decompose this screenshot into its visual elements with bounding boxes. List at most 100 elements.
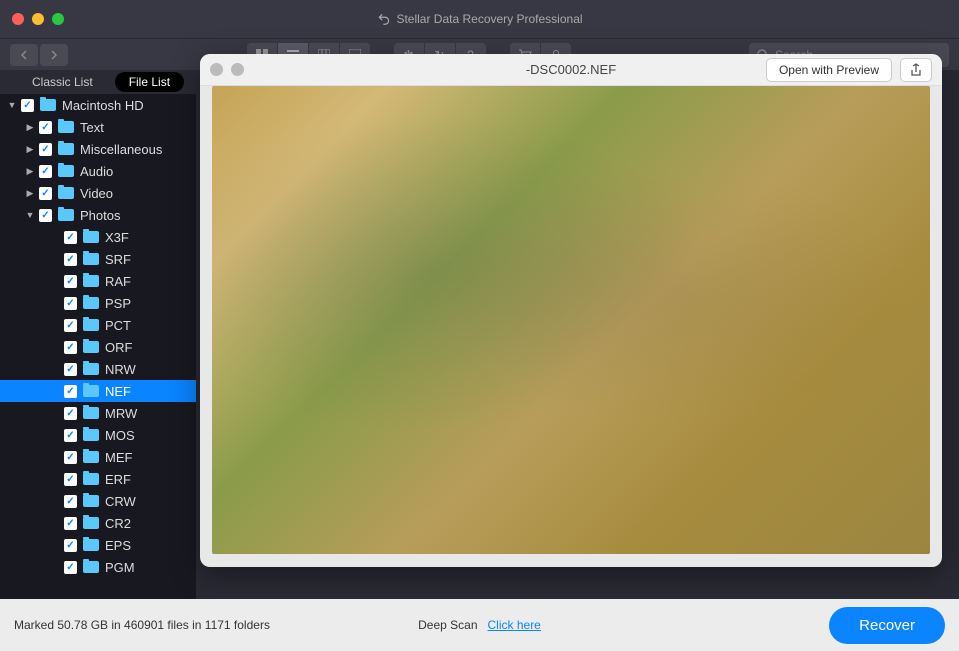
minimize-window-button[interactable] xyxy=(32,13,44,25)
folder-icon xyxy=(83,363,99,375)
folder-icon xyxy=(83,275,99,287)
folder-icon xyxy=(83,319,99,331)
tree-label: Video xyxy=(80,186,113,201)
recover-button[interactable]: Recover xyxy=(829,607,945,644)
tree-label: ERF xyxy=(105,472,131,487)
tab-file-list[interactable]: File List xyxy=(115,72,184,92)
tree-folder[interactable]: PGM xyxy=(0,556,196,578)
folder-icon xyxy=(83,385,99,397)
disclosure-down-icon[interactable]: ▼ xyxy=(24,210,36,220)
checkbox[interactable] xyxy=(64,407,77,420)
tree-folder[interactable]: MEF xyxy=(0,446,196,468)
share-button[interactable] xyxy=(900,58,932,82)
tree-label: Macintosh HD xyxy=(62,98,144,113)
checkbox[interactable] xyxy=(64,429,77,442)
preview-image xyxy=(212,86,930,554)
tree-folder[interactable]: ▶ Audio xyxy=(0,160,196,182)
share-icon xyxy=(910,63,922,77)
tree-folder[interactable]: RAF xyxy=(0,270,196,292)
folder-icon xyxy=(83,341,99,353)
checkbox[interactable] xyxy=(64,363,77,376)
checkbox[interactable] xyxy=(64,517,77,530)
folder-icon xyxy=(58,187,74,199)
tree-label: PGM xyxy=(105,560,135,575)
tree-root[interactable]: ▼ Macintosh HD xyxy=(0,94,196,116)
nav-back-button[interactable] xyxy=(10,44,38,66)
tree-label: MEF xyxy=(105,450,132,465)
folder-icon xyxy=(40,99,56,111)
tree-folder[interactable]: SRF xyxy=(0,248,196,270)
tree-label: RAF xyxy=(105,274,131,289)
checkbox[interactable] xyxy=(64,319,77,332)
checkbox[interactable] xyxy=(64,297,77,310)
tree-folder[interactable]: NRW xyxy=(0,358,196,380)
folder-icon xyxy=(83,231,99,243)
tree-label: SRF xyxy=(105,252,131,267)
tab-classic-list[interactable]: Classic List xyxy=(18,72,107,92)
expand-preview-button[interactable] xyxy=(231,63,244,76)
tree-label: Photos xyxy=(80,208,120,223)
statusbar: Marked 50.78 GB in 460901 files in 1171 … xyxy=(0,599,959,651)
tree-label: ORF xyxy=(105,340,132,355)
preview-panel: -DSC0002.NEF Open with Preview xyxy=(200,54,942,567)
tree-folder[interactable]: ▶ Video xyxy=(0,182,196,204)
folder-icon xyxy=(83,451,99,463)
tree-folder[interactable]: ▶Miscellaneous xyxy=(0,138,196,160)
tree-label: MOS xyxy=(105,428,135,443)
deep-scan-link[interactable]: Click here xyxy=(488,618,541,632)
tree-folder[interactable]: ERF xyxy=(0,468,196,490)
tree-folder[interactable]: CRW xyxy=(0,490,196,512)
tree-label: CR2 xyxy=(105,516,131,531)
tree-folder[interactable]: ▶ Text xyxy=(0,116,196,138)
tree-label: MRW xyxy=(105,406,137,421)
tree-folder[interactable]: ▼ Photos xyxy=(0,204,196,226)
tree-folder[interactable]: CR2 xyxy=(0,512,196,534)
tree-folder[interactable]: MRW xyxy=(0,402,196,424)
disclosure-right-icon[interactable]: ▶ xyxy=(24,144,36,155)
folder-icon xyxy=(58,121,74,133)
checkbox[interactable] xyxy=(39,209,52,222)
checkbox[interactable] xyxy=(64,495,77,508)
tree-folder[interactable]: PCT xyxy=(0,314,196,336)
disclosure-right-icon[interactable]: ▶ xyxy=(24,166,36,177)
tree-folder[interactable]: EPS xyxy=(0,534,196,556)
disclosure-right-icon[interactable]: ▶ xyxy=(24,188,36,199)
checkbox[interactable] xyxy=(39,121,52,134)
zoom-window-button[interactable] xyxy=(52,13,64,25)
tree-label: PCT xyxy=(105,318,131,333)
folder-icon xyxy=(83,407,99,419)
close-preview-button[interactable] xyxy=(210,63,223,76)
disclosure-right-icon[interactable]: ▶ xyxy=(24,122,36,133)
checkbox[interactable] xyxy=(21,99,34,112)
tree-folder[interactable]: ORF xyxy=(0,336,196,358)
tree-label: Audio xyxy=(80,164,113,179)
tree-label: NEF xyxy=(105,384,131,399)
checkbox[interactable] xyxy=(64,253,77,266)
checkbox[interactable] xyxy=(39,143,52,156)
disclosure-down-icon[interactable]: ▼ xyxy=(6,100,18,110)
checkbox[interactable] xyxy=(39,165,52,178)
deep-scan-prompt: Deep Scan Click here xyxy=(418,618,541,632)
tree-folder[interactable]: MOS xyxy=(0,424,196,446)
nav-forward-button[interactable] xyxy=(40,44,68,66)
checkbox[interactable] xyxy=(64,275,77,288)
tree-label: Text xyxy=(80,120,104,135)
checkbox[interactable] xyxy=(64,385,77,398)
tree-folder[interactable]: X3F xyxy=(0,226,196,248)
checkbox[interactable] xyxy=(64,451,77,464)
checkbox[interactable] xyxy=(64,561,77,574)
tree-folder[interactable]: PSP xyxy=(0,292,196,314)
folder-icon xyxy=(58,209,74,221)
titlebar: Stellar Data Recovery Professional xyxy=(0,0,959,38)
checkbox[interactable] xyxy=(64,341,77,354)
checkbox[interactable] xyxy=(64,539,77,552)
checkbox[interactable] xyxy=(64,231,77,244)
checkbox[interactable] xyxy=(39,187,52,200)
close-window-button[interactable] xyxy=(12,13,24,25)
tree-folder[interactable]: NEF xyxy=(0,380,196,402)
folder-icon xyxy=(83,495,99,507)
open-with-preview-button[interactable]: Open with Preview xyxy=(766,58,892,82)
sidebar-tree[interactable]: ▼ Macintosh HD ▶Text▶Miscellaneous▶Audio… xyxy=(0,94,196,599)
checkbox[interactable] xyxy=(64,473,77,486)
window-controls xyxy=(12,13,64,25)
